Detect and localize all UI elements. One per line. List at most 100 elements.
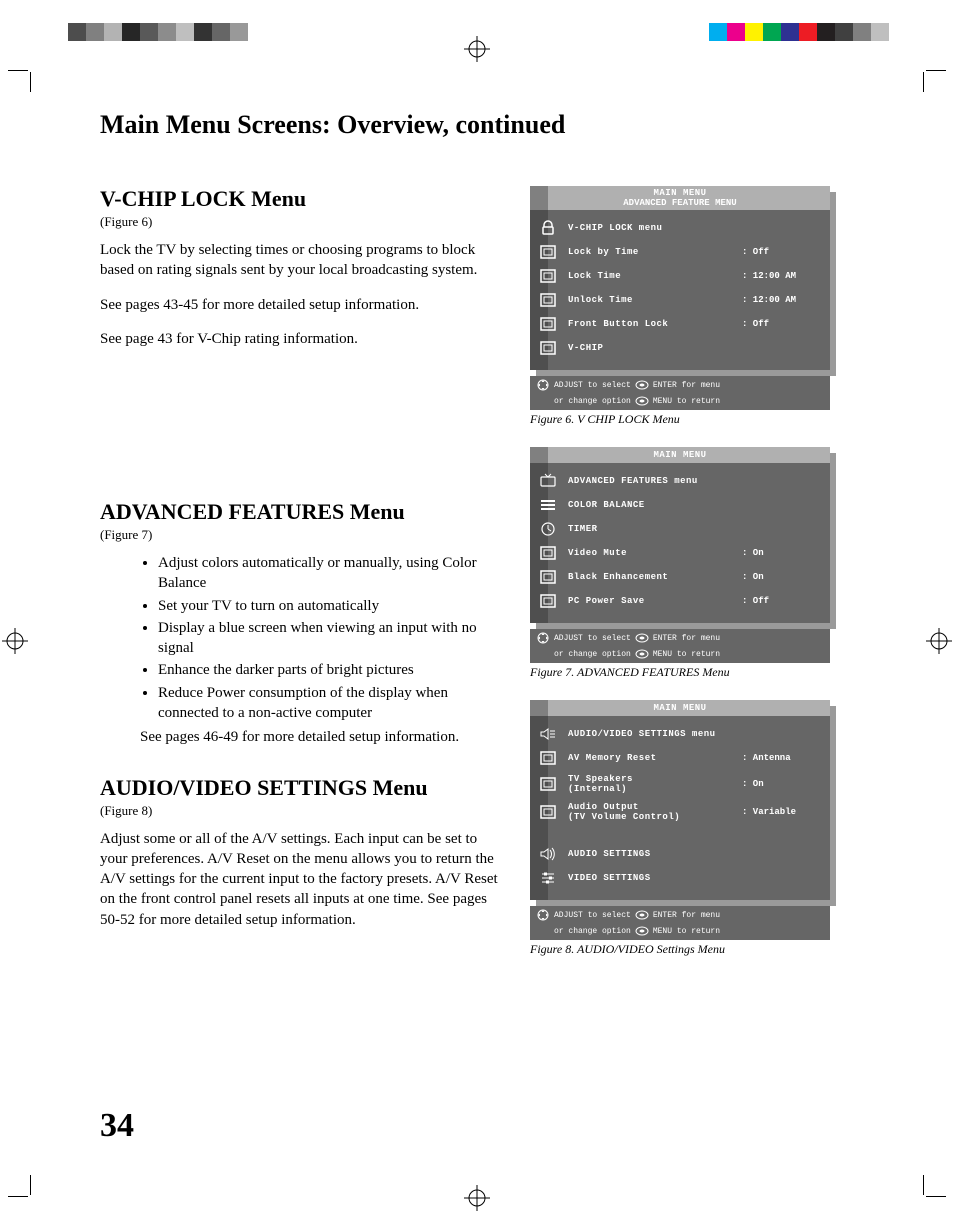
osd-menu-item[interactable]: Lock by Time: Off [538,240,822,264]
osd-menu-item[interactable]: Video Mute: On [538,541,822,565]
avspk-icon [538,726,558,742]
osd-menu-item[interactable]: VIDEO SETTINGS [538,866,822,890]
lock-icon [538,220,558,236]
hint-text: or change option [554,397,631,406]
color-swatch [140,23,158,41]
enter-button-icon [635,925,649,937]
osd-item-label: TIMER [568,524,742,534]
figure-ref: (Figure 7) [100,527,500,543]
body-text: See pages 46-49 for more detailed setup … [100,727,500,747]
enter-button-icon [635,909,649,921]
osd-menu-item[interactable]: V-CHIP [538,336,822,360]
registration-mark-icon [464,1185,490,1211]
box-icon [538,804,558,820]
osd-item-label: AUDIO SETTINGS [568,849,742,859]
figure-7: MAIN MENU ADVANCED FEATURES menuCOLOR BA… [530,447,840,680]
osd-menu: MAIN MENU ADVANCED FEATURE MENU V-CHIP L… [530,186,830,370]
bullet-item: Reduce Power consumption of the display … [158,683,500,724]
color-swatch [194,23,212,41]
osd-menu-item[interactable]: AUDIO SETTINGS [538,842,822,866]
osd-menu-item[interactable]: Unlock Time: 12:00 AM [538,288,822,312]
osd-item-label: Black Enhancement [568,572,742,582]
box-icon [538,244,558,260]
dpad-icon [536,909,550,921]
clock-icon [538,521,558,537]
osd-menu-item[interactable]: AUDIO/VIDEO SETTINGS menu [538,722,822,746]
hint-text: ADJUST to select [554,634,631,643]
bullet-item: Adjust colors automatically or manually,… [158,553,500,594]
color-swatch [817,23,835,41]
osd-item-label: Video Mute [568,548,742,558]
color-swatch [853,23,871,41]
osd-item-label: V-CHIP LOCK menu [568,223,742,233]
color-swatch [158,23,176,41]
osd-menu-item[interactable]: TIMER [538,517,822,541]
figure-caption: Figure 7. ADVANCED FEATURES Menu [530,665,840,680]
osd-item-label: VIDEO SETTINGS [568,873,742,883]
osd-menu-item[interactable]: PC Power Save: Off [538,589,822,613]
osd-hint-bar: ADJUST to select ENTER for menu or chang… [530,629,830,663]
tv-icon [538,473,558,489]
box-icon [538,776,558,792]
figure-ref: (Figure 6) [100,214,500,230]
registration-mark-icon [926,628,952,654]
registration-mark-icon [464,36,490,62]
osd-item-value: : Off [742,247,822,257]
box-icon [538,316,558,332]
box-icon [538,750,558,766]
box-icon [538,268,558,284]
osd-item-value: : Antenna [742,753,822,763]
color-swatch [835,23,853,41]
section-vchip: V-CHIP LOCK Menu (Figure 6) Lock the TV … [100,186,500,349]
page-number: 34 [100,1107,134,1145]
hint-text: MENU to return [653,650,720,659]
osd-item-label: Lock by Time [568,247,742,257]
bullet-item: Enhance the darker parts of bright pictu… [158,660,500,680]
osd-item-value: : On [742,548,822,558]
figure-6: MAIN MENU ADVANCED FEATURE MENU V-CHIP L… [530,186,840,427]
page-title: Main Menu Screens: Overview, continued [100,110,854,140]
osd-item-label: PC Power Save [568,596,742,606]
registration-mark-icon [2,628,28,654]
figure-8: MAIN MENU AUDIO/VIDEO SETTINGS menu AV Me… [530,700,840,957]
box-icon [538,340,558,356]
sliders-icon [538,870,558,886]
osd-menu: MAIN MENU ADVANCED FEATURES menuCOLOR BA… [530,447,830,623]
hint-text: ENTER for menu [653,911,720,920]
osd-menu-item[interactable]: Lock Time: 12:00 AM [538,264,822,288]
osd-menu-item[interactable]: Front Button Lock: Off [538,312,822,336]
osd-title: MAIN MENU [530,447,830,463]
hint-text: ADJUST to select [554,381,631,390]
body-text: See pages 43-45 for more detailed setup … [100,295,500,315]
osd-menu-item[interactable]: ADVANCED FEATURES menu [538,469,822,493]
osd-item-label: TV Speakers (Internal) [568,774,742,794]
color-swatch [709,23,727,41]
color-swatch [727,23,745,41]
osd-item-value: : 12:00 AM [742,271,822,281]
speaker-icon [538,846,558,862]
osd-item-value: : Variable [742,807,822,817]
box-icon [538,569,558,585]
color-swatch [86,23,104,41]
color-swatch [799,23,817,41]
color-swatches [709,23,889,41]
section-av: AUDIO/VIDEO SETTINGS Menu (Figure 8) Adj… [100,775,500,930]
dpad-icon [536,379,550,391]
osd-item-label: AUDIO/VIDEO SETTINGS menu [568,729,742,739]
dpad-icon [536,632,550,644]
osd-item-value: : Off [742,319,822,329]
osd-menu-item[interactable]: Black Enhancement: On [538,565,822,589]
enter-button-icon [635,395,649,407]
color-swatch [104,23,122,41]
enter-button-icon [635,379,649,391]
osd-item-label: Audio Output (TV Volume Control) [568,802,742,822]
osd-menu-item[interactable]: COLOR BALANCE [538,493,822,517]
box-icon [538,292,558,308]
osd-menu-item[interactable]: Audio Output (TV Volume Control): Variab… [538,798,822,826]
osd-menu-item[interactable]: AV Memory Reset: Antenna [538,746,822,770]
section-advanced: ADVANCED FEATURES Menu (Figure 7) Adjust… [100,499,500,747]
osd-menu-item[interactable]: TV Speakers (Internal): On [538,770,822,798]
osd-title: MAIN MENU [530,700,830,716]
hint-text: or change option [554,650,631,659]
osd-menu-item[interactable]: V-CHIP LOCK menu [538,216,822,240]
